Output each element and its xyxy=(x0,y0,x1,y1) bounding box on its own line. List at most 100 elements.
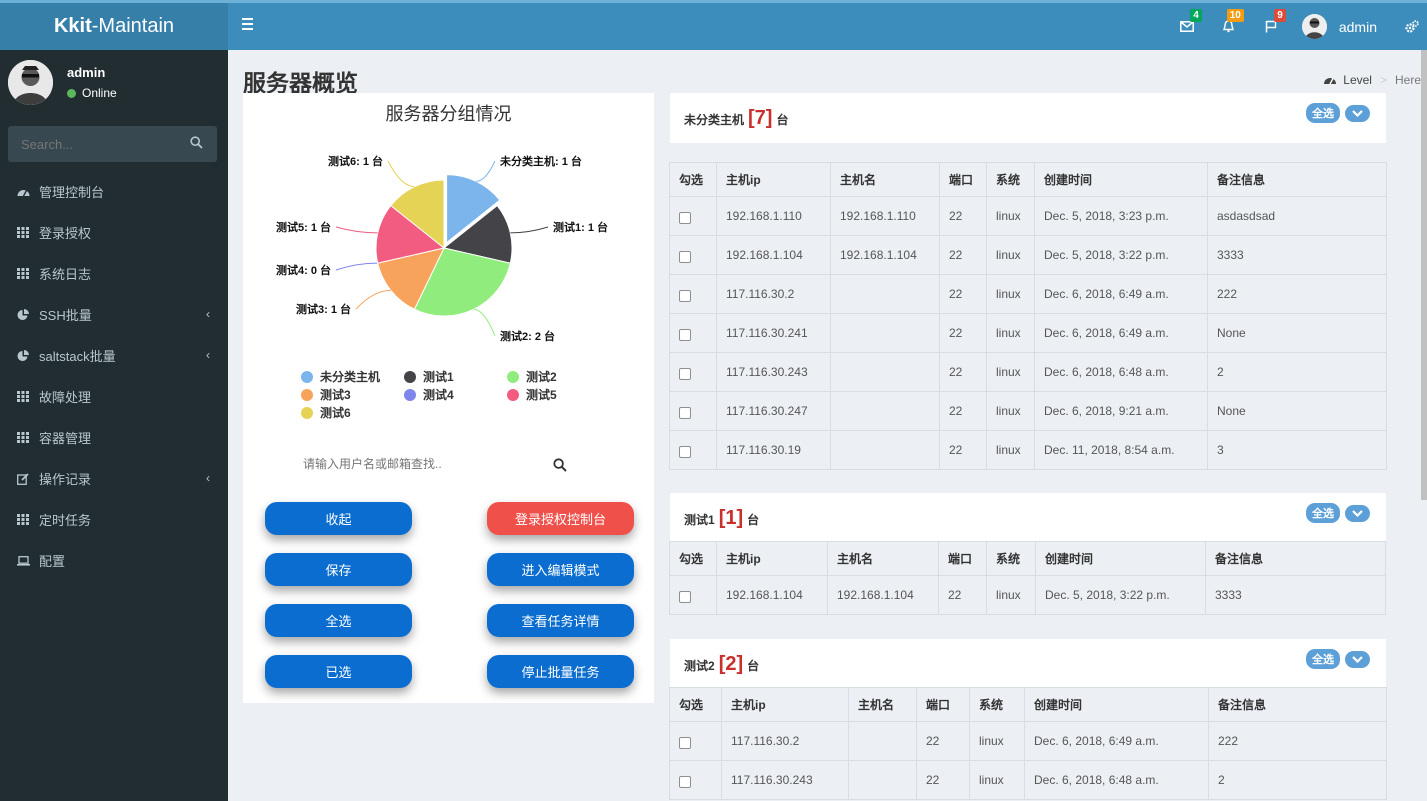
select-cell xyxy=(669,274,717,314)
login-console-button[interactable]: 登录授权控制台 xyxy=(487,502,634,535)
user-search-input[interactable] xyxy=(303,457,533,471)
table-cell: linux xyxy=(986,274,1035,314)
select-cell xyxy=(669,391,717,431)
select-cell xyxy=(669,235,717,275)
collapse-toggle[interactable] xyxy=(1345,504,1370,522)
legend-item[interactable]: 测试3 xyxy=(301,386,351,403)
sidebar-toggle-icon[interactable] xyxy=(242,15,258,33)
legend-item[interactable]: 未分类主机 xyxy=(301,368,380,385)
group-select-all-button[interactable]: 全选 xyxy=(1306,103,1340,123)
group-count: [7] xyxy=(748,107,773,129)
legend-swatch xyxy=(404,370,416,383)
legend-label: 未分类主机 xyxy=(320,370,381,384)
edit-mode-button[interactable]: 进入编辑模式 xyxy=(487,553,634,586)
select-all-button[interactable]: 全选 xyxy=(265,604,412,637)
pie-data-label: 测试3: 1 台 xyxy=(296,302,351,316)
table-cell: Dec. 6, 2018, 6:49 a.m. xyxy=(1034,274,1208,314)
dashboard-icon xyxy=(16,185,30,199)
sidebar-item-6[interactable]: 容器管理 xyxy=(0,417,228,458)
pie-icon xyxy=(16,308,30,322)
group-select-all-button[interactable]: 全选 xyxy=(1306,649,1340,669)
sidebar-item-7[interactable]: 操作记录 ‹ xyxy=(0,458,228,499)
table-cell: 22 xyxy=(939,196,987,236)
row-checkbox[interactable] xyxy=(679,406,691,419)
pie-data-label: 测试1: 1 台 xyxy=(553,220,608,234)
group-select-all-button[interactable]: 全选 xyxy=(1306,503,1340,523)
grid-icon xyxy=(16,431,30,445)
search-icon[interactable] xyxy=(553,458,567,472)
table-cell: linux xyxy=(986,575,1036,615)
column-header: 主机ip xyxy=(716,541,828,576)
legend-label: 测试2 xyxy=(526,370,557,384)
chevron-down-icon xyxy=(1352,509,1363,517)
select-cell xyxy=(669,196,717,236)
legend-item[interactable]: 测试2 xyxy=(507,368,557,385)
app-logo[interactable]: Kkit-Maintain xyxy=(0,3,228,50)
table-cell: 22 xyxy=(939,352,987,392)
breadcrumb-level[interactable]: Level xyxy=(1343,73,1372,87)
table-cell: None xyxy=(1207,391,1387,431)
sidebar-item-label: saltstack批量 xyxy=(39,349,116,364)
table-header-row: 勾选 主机ip 主机名 端口 系统 创建时间 备注信息 xyxy=(669,687,1387,722)
row-checkbox[interactable] xyxy=(679,250,691,263)
settings-nav[interactable] xyxy=(1397,20,1427,33)
pie-data-label: 测试4: 0 台 xyxy=(276,263,331,277)
row-checkbox[interactable] xyxy=(679,775,691,788)
sidebar-item-label: 配置 xyxy=(39,554,66,569)
collapse-toggle[interactable] xyxy=(1345,104,1370,122)
sidebar-item-2[interactable]: 系统日志 xyxy=(0,253,228,294)
page-scrollbar[interactable] xyxy=(1421,50,1427,500)
table-cell xyxy=(830,430,940,470)
legend-swatch xyxy=(404,388,416,401)
table-cell: Dec. 6, 2018, 6:49 a.m. xyxy=(1034,313,1208,353)
legend-item[interactable]: 测试5 xyxy=(507,386,557,403)
row-checkbox[interactable] xyxy=(679,211,691,224)
row-checkbox[interactable] xyxy=(679,590,691,603)
column-header: 系统 xyxy=(969,687,1025,722)
sidebar-item-1[interactable]: 登录授权 xyxy=(0,212,228,253)
table-cell: linux xyxy=(986,352,1035,392)
user-menu[interactable]: admin xyxy=(1292,14,1397,39)
notifications-nav[interactable]: 10 xyxy=(1208,3,1250,50)
group-header: 测试1 [1] 台 全选 xyxy=(670,493,1386,543)
group-unit: 台 xyxy=(747,513,760,527)
row-checkbox[interactable] xyxy=(679,289,691,302)
save-button[interactable]: 保存 xyxy=(265,553,412,586)
legend-item[interactable]: 测试1 xyxy=(404,368,454,385)
sidebar-item-9[interactable]: 配置 xyxy=(0,540,228,581)
sidebar-item-4[interactable]: saltstack批量 ‹ xyxy=(0,335,228,376)
table-cell: 2 xyxy=(1208,760,1387,800)
sidebar-search-input[interactable] xyxy=(8,126,178,162)
pie-label-connector xyxy=(335,262,378,271)
row-checkbox[interactable] xyxy=(679,367,691,380)
table-cell: 117.116.30.243 xyxy=(716,352,831,392)
row-checkbox[interactable] xyxy=(679,736,691,749)
tasks-nav[interactable]: 9 xyxy=(1250,3,1292,50)
search-icon[interactable] xyxy=(190,136,203,149)
column-header: 备注信息 xyxy=(1205,541,1386,576)
stop-task-button[interactable]: 停止批量任务 xyxy=(487,655,634,688)
sidebar-item-label: 故障处理 xyxy=(39,390,92,405)
legend-item[interactable]: 测试4 xyxy=(404,386,454,403)
avatar xyxy=(1301,14,1327,39)
row-checkbox[interactable] xyxy=(679,445,691,458)
sidebar-item-0[interactable]: 管理控制台 xyxy=(0,171,228,212)
legend-label: 测试4 xyxy=(423,388,454,402)
table-cell: Dec. 6, 2018, 6:48 a.m. xyxy=(1024,760,1209,800)
column-header: 主机名 xyxy=(848,687,917,722)
table-row: 192.168.1.104 192.168.1.104 22 linux Dec. 5,… xyxy=(669,575,1386,615)
table-cell: None xyxy=(1207,313,1387,353)
sidebar-item-8[interactable]: 定时任务 xyxy=(0,499,228,540)
collapse-toggle[interactable] xyxy=(1345,650,1370,668)
row-checkbox[interactable] xyxy=(679,328,691,341)
table-cell: asdasdsad xyxy=(1207,196,1387,236)
sidebar-item-3[interactable]: SSH批量 ‹ xyxy=(0,294,228,335)
sidebar-item-5[interactable]: 故障处理 xyxy=(0,376,228,417)
sidebar-search xyxy=(8,126,217,162)
collapse-button[interactable]: 收起 xyxy=(265,502,412,535)
messages-nav[interactable]: 4 xyxy=(1166,3,1208,50)
legend-item[interactable]: 测试6 xyxy=(301,404,351,421)
selected-button[interactable]: 已选 xyxy=(265,655,412,688)
table-cell xyxy=(848,760,917,800)
task-detail-button[interactable]: 查看任务详情 xyxy=(487,604,634,637)
